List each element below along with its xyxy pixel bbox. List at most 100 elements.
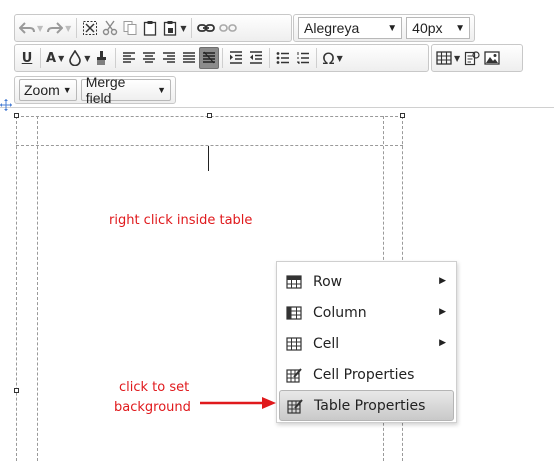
redo-button[interactable]: ▼ [45, 17, 73, 39]
toolbar-separator [76, 18, 78, 38]
paste-special-button[interactable]: ▼ [160, 17, 188, 39]
align-justify-button[interactable] [179, 47, 199, 69]
template-icon [465, 51, 480, 66]
align-right-icon [163, 52, 176, 63]
copy-button[interactable] [120, 17, 140, 39]
toolbar-separator [191, 18, 193, 38]
select-all-icon [83, 21, 98, 35]
submenu-arrow-icon: ▶ [439, 338, 446, 348]
align-right-button[interactable] [159, 47, 179, 69]
underline-label: U [21, 50, 33, 66]
zoom-arrow-icon: ▼ [62, 85, 72, 95]
context-menu-label-cell-properties: Cell Properties [313, 366, 415, 383]
context-menu-item-table-properties[interactable]: Table Properties [279, 390, 454, 421]
paint-brush-icon [97, 51, 107, 65]
paste-caret-icon: ▼ [180, 23, 187, 33]
toolbar-group-misc: Zoom ▼ Merge field ▼ [14, 74, 176, 106]
table-move-handle-icon[interactable] [0, 99, 12, 111]
toolbar-separator [115, 48, 117, 68]
align-none-icon [203, 51, 216, 64]
context-menu-item-cell[interactable]: Cell ▶ [277, 328, 456, 359]
outdent-button[interactable] [246, 47, 266, 69]
outdent-icon [250, 51, 263, 64]
font-size-select[interactable]: 40px ▼ [406, 17, 470, 39]
text-color-button[interactable]: A ▼ [44, 47, 66, 69]
align-justify-icon [183, 52, 196, 63]
align-center-button[interactable] [139, 47, 159, 69]
insert-table-button[interactable]: ▼ [434, 47, 462, 69]
editor-toolbar: ▼ ▼ ▼ Alegreya ▼ 40px ▼ U A ▼ ▼ Ω ▼ ▼ Zo… [0, 0, 554, 108]
chain-link-icon [197, 24, 216, 32]
align-left-icon [123, 52, 136, 63]
select-all-button[interactable] [80, 17, 100, 39]
special-character-button[interactable]: Ω ▼ [320, 47, 344, 69]
font-family-value: Alegreya [304, 20, 360, 36]
redo-arrow-icon [47, 22, 64, 34]
unlink-button[interactable] [217, 17, 239, 39]
context-menu-item-cell-properties[interactable]: Cell Properties [277, 359, 456, 390]
context-menu-label-column: Column [313, 304, 367, 321]
text-color-label: A [46, 50, 57, 66]
table-inner-border-left [37, 116, 38, 461]
table-resize-handle[interactable] [400, 113, 405, 118]
clear-format-button[interactable] [92, 47, 112, 69]
context-menu-label-table-properties: Table Properties [314, 397, 426, 414]
toolbar-group-history-clipboard: ▼ ▼ ▼ [14, 14, 292, 42]
context-menu-item-row[interactable]: Row ▶ [277, 266, 456, 297]
broken-link-icon [219, 24, 238, 32]
context-menu-label-cell: Cell [313, 335, 340, 352]
background-color-button[interactable]: ▼ [66, 47, 92, 69]
table-resize-handle[interactable] [14, 113, 19, 118]
table-resize-handle[interactable] [207, 113, 212, 118]
align-left-button[interactable] [119, 47, 139, 69]
insert-link-button[interactable] [195, 17, 217, 39]
insert-image-button[interactable] [482, 47, 502, 69]
toolbar-separator [40, 48, 41, 68]
text-color-caret-icon: ▼ [58, 53, 65, 63]
underline-button[interactable]: U [17, 47, 37, 69]
toolbar-separator [222, 48, 224, 68]
bullet-list-button[interactable] [273, 47, 293, 69]
insert-table-caret-icon: ▼ [454, 53, 461, 63]
cell-properties-icon [285, 366, 303, 384]
indent-button[interactable] [226, 47, 246, 69]
toolbar-group-font: Alegreya ▼ 40px ▼ [293, 14, 475, 42]
undo-arrow-icon [19, 22, 35, 34]
clipboard-icon [144, 21, 157, 36]
numbered-list-icon [297, 52, 310, 64]
submenu-arrow-icon: ▶ [439, 307, 446, 317]
scissors-icon [103, 20, 118, 36]
numbered-list-button[interactable] [293, 47, 313, 69]
table-properties-icon [286, 397, 304, 415]
merge-field-dropdown[interactable]: Merge field ▼ [80, 74, 171, 106]
callout-annotation-line2: background [114, 400, 191, 415]
clipboard-options-icon [164, 21, 177, 36]
font-family-select[interactable]: Alegreya ▼ [298, 17, 403, 39]
undo-caret-icon: ▼ [37, 23, 44, 33]
context-menu-item-column[interactable]: Column ▶ [277, 297, 456, 328]
table-row-icon [285, 273, 303, 291]
copy-icon [123, 21, 137, 35]
indent-icon [230, 51, 243, 64]
bullet-list-icon [276, 52, 290, 64]
red-arrow-icon [200, 397, 276, 409]
toolbar-group-formatting: U A ▼ ▼ Ω ▼ [14, 44, 429, 72]
toolbar-group-insert: ▼ [431, 44, 523, 72]
align-center-icon [143, 52, 156, 63]
undo-button[interactable]: ▼ [17, 17, 45, 39]
insert-template-button[interactable] [462, 47, 482, 69]
paste-button[interactable] [140, 17, 160, 39]
zoom-label: Zoom [24, 82, 60, 98]
callout-annotation-line1: click to set [119, 380, 190, 395]
table-icon [436, 51, 452, 65]
table-resize-handle[interactable] [14, 388, 19, 393]
align-none-button[interactable] [199, 47, 220, 69]
omega-label: Ω [322, 48, 335, 68]
droplet-icon [69, 50, 82, 66]
cut-button[interactable] [100, 17, 120, 39]
context-menu-label-row: Row [313, 273, 343, 290]
font-size-arrow-icon: ▼ [455, 22, 465, 34]
merge-field-arrow-icon: ▼ [157, 85, 166, 95]
zoom-dropdown[interactable]: Zoom ▼ [19, 79, 77, 101]
font-family-arrow-icon: ▼ [387, 22, 398, 34]
